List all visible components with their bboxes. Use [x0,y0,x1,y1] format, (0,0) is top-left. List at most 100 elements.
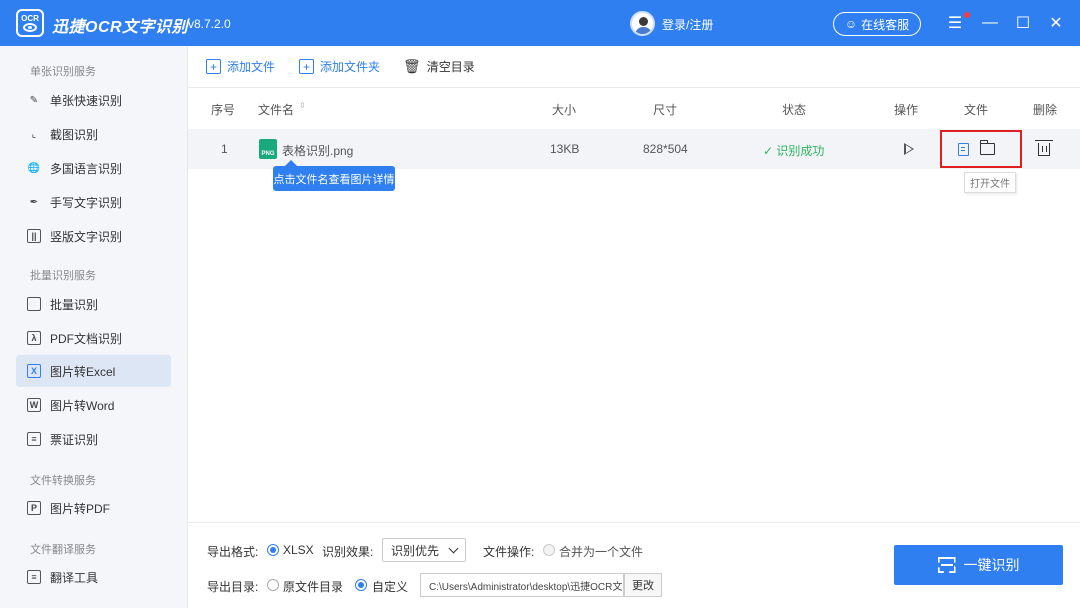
col-size: 大小 [552,103,577,117]
user-icon: ☺ [844,17,858,31]
effect-select-value: 识别优先 [391,543,440,558]
sidebar-item-label: 多国语言识别 [50,161,123,176]
sidebar-item-translate[interactable]: ≡ 翻译工具 [16,561,171,593]
effect-select[interactable]: 识别优先 [382,538,466,562]
export-dir-label: 导出目录: [207,580,259,594]
close-icon[interactable]: ✕ [1045,12,1067,34]
title-bar: OCR 迅捷OCR文字识别 v8.7.2.0 登录/注册 ☺ 在线客服 ☰ — … [0,0,1080,46]
vertical-text-icon: || [26,228,42,244]
open-file-tooltip: 打开文件 [964,172,1016,193]
filename-tooltip: 点击文件名查看图片详情 [273,160,395,191]
format-xlsx-label: XLSX [283,543,314,557]
sidebar-item-handwriting[interactable]: ✒ 手写文字识别 [16,186,171,218]
merge-radio[interactable] [543,544,555,556]
logo-text: OCR [21,14,39,23]
app-logo: OCR [16,9,44,37]
export-format-label: 导出格式: [207,545,259,559]
table-row: 1 PNG 表格识别.png 13KB 828*504 ✓ 识别成功 [188,129,1080,169]
sidebar-item-label: PDF文档识别 [50,331,123,346]
sidebar-item-vertical[interactable]: || 竖版文字识别 [16,220,171,252]
sidebar-item-label: 单张快速识别 [50,93,123,108]
sidebar-item-screenshot[interactable]: ⌞ 截图识别 [16,118,171,150]
file-op-label: 文件操作: [483,545,535,559]
translate-icon: ≡ [26,569,42,585]
scan-icon [938,557,956,573]
row-index: 1 [221,142,228,156]
online-service-button[interactable]: ☺ 在线客服 [833,12,921,36]
file-name-link[interactable]: 表格识别.png [282,142,353,159]
sidebar-item-label: 票证识别 [50,432,99,447]
sidebar-item-label: 图片转PDF [50,501,111,516]
check-icon: ✓ [763,144,774,158]
file-size: 13KB [550,142,580,156]
add-folder-button[interactable]: + 添加文件夹 [299,58,380,75]
delete-icon[interactable] [1035,140,1053,156]
group-title-convert: 文件转换服务 [30,475,96,487]
copy-icon [26,296,42,312]
avatar[interactable] [630,11,655,36]
dir-original-radio[interactable] [267,579,279,591]
sort-icon[interactable]: ⇳ [299,101,306,110]
view-document-icon[interactable] [958,143,969,156]
clear-list-label: 清空目录 [426,60,475,74]
chevron-down-icon [448,543,459,554]
sidebar-item-label: 图片转Word [50,398,115,413]
app-version: v8.7.2.0 [188,17,231,31]
sidebar-item-quick-ocr[interactable]: ✎ 单张快速识别 [16,84,171,116]
play-icon[interactable] [904,143,914,155]
id-card-icon: ≡ [26,431,42,447]
group-title-batch: 批量识别服务 [30,270,96,282]
start-ocr-button[interactable]: 一键识别 [894,545,1063,585]
change-path-button[interactable]: 更改 [624,573,662,597]
col-filename[interactable]: 文件名 [258,101,294,118]
status-text: 识别成功 [776,144,825,158]
export-path-field[interactable]: C:\Users\Administrator\desktop\迅捷OCR文 [420,573,624,597]
sidebar-item-word[interactable]: W 图片转Word [16,389,171,421]
sidebar-item-pdf[interactable]: λ PDF文档识别 [16,322,171,354]
sidebar-item-label: 图片转Excel [50,364,116,379]
export-path-value: C:\Users\Administrator\desktop\迅捷OCR文 [429,581,623,593]
online-service-label: 在线客服 [861,17,910,32]
col-dimensions: 尺寸 [653,103,678,117]
minimize-icon[interactable]: — [979,12,1001,34]
login-link[interactable]: 登录/注册 [662,16,713,33]
open-folder-icon[interactable] [980,140,995,155]
globe-icon: 🌐 [27,162,41,174]
status-badge: ✓ 识别成功 [763,142,824,159]
group-title-translate: 文件翻译服务 [30,544,96,556]
group-title-single: 单张识别服务 [30,66,96,78]
col-file: 文件 [964,103,989,117]
menu-icon[interactable]: ☰ [944,12,966,34]
add-folder-label: 添加文件夹 [320,60,381,74]
word-icon: W [26,397,42,413]
dir-custom-radio[interactable] [355,579,367,591]
pdf-icon: λ [26,330,42,346]
pdf-file-icon: P [26,500,42,516]
trash-icon: 🗑 [403,58,421,74]
effect-label: 识别效果: [322,545,374,559]
add-folder-icon: + [299,59,314,74]
toolbar: + 添加文件 + 添加文件夹 🗑 清空目录 [188,46,1080,88]
sidebar-item-excel[interactable]: X 图片转Excel [16,355,171,387]
notification-dot [964,12,970,18]
sidebar-item-label: 竖版文字识别 [50,229,123,244]
sidebar-item-batch[interactable]: 批量识别 [16,288,171,320]
pen-icon: ✒ [29,196,39,208]
col-status: 状态 [782,103,807,117]
maximize-icon[interactable]: ☐ [1012,12,1034,34]
dir-custom-label: 自定义 [372,580,409,594]
bottom-panel: 导出格式: XLSX 识别效果: 识别优先 文件操作: 合并为一个文件 导出目录… [188,522,1080,608]
quick-ocr-icon: ✎ [29,94,39,106]
sidebar-item-image-to-pdf[interactable]: P 图片转PDF [16,492,171,524]
sidebar-item-multilang[interactable]: 🌐 多国语言识别 [16,152,171,184]
sidebar-item-label: 手写文字识别 [50,195,123,210]
add-file-button[interactable]: + 添加文件 [206,58,275,75]
app-name: 迅捷OCR文字识别 [52,19,189,36]
format-xlsx-radio[interactable] [267,544,279,556]
dir-original-label: 原文件目录 [283,580,344,594]
clear-list-button[interactable]: 🗑 清空目录 [403,58,475,75]
table-header: 序号 文件名 ⇳ 大小 尺寸 状态 操作 文件 删除 [188,88,1080,128]
file-dimensions: 828*504 [643,142,688,156]
sidebar-item-ticket[interactable]: ≡ 票证识别 [16,423,171,455]
crop-icon: ⌞ [31,128,37,140]
